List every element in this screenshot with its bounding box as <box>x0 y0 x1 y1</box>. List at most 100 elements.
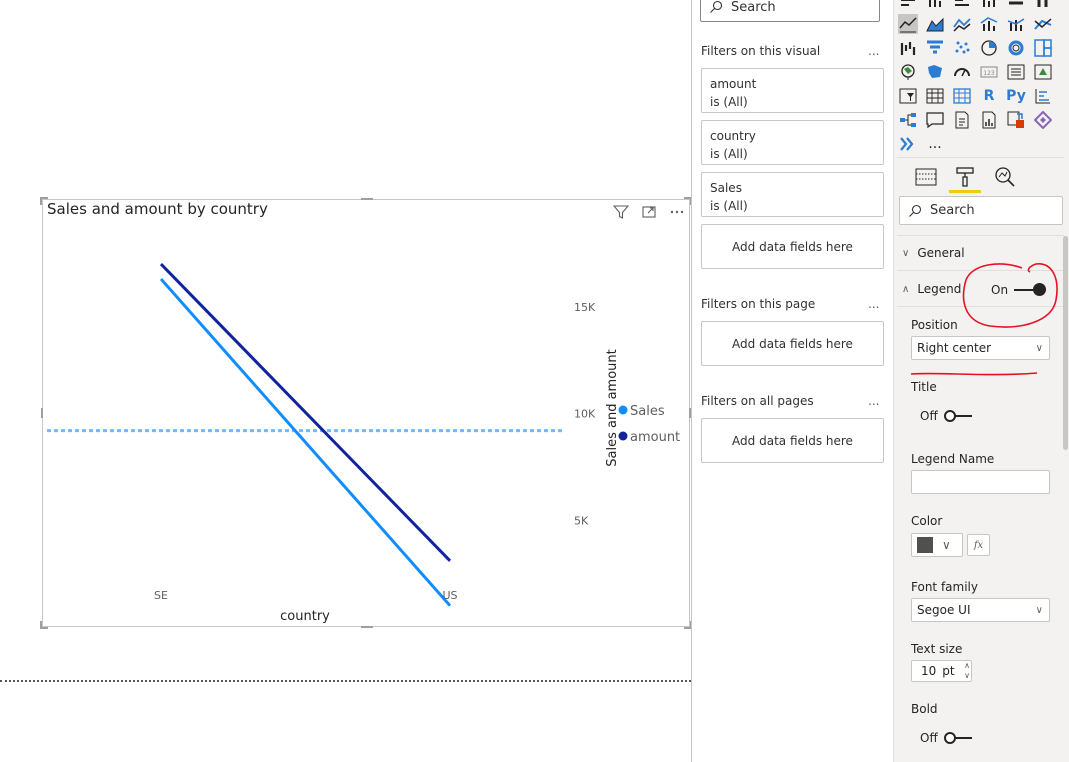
color-swatch <box>917 537 933 553</box>
x-axis-title: country <box>280 609 330 624</box>
percent-bar-icon[interactable] <box>1006 0 1026 10</box>
bold-toggle-label: Off <box>920 731 938 745</box>
add-data-fields-all-pages[interactable]: Add data fields here <box>701 418 884 463</box>
legend-name-input[interactable] <box>911 470 1050 494</box>
more-options-icon[interactable]: ... <box>868 394 879 408</box>
active-tab-indicator <box>949 190 981 193</box>
legend-name-label: Legend Name <box>911 452 995 466</box>
ribbon-chart-icon[interactable] <box>1033 14 1053 34</box>
map-icon[interactable] <box>898 62 918 82</box>
conditional-format-button[interactable]: fx <box>967 534 990 556</box>
powerbi-window: Sales and amount by country SE US countr… <box>0 0 1069 762</box>
multi-row-card-icon[interactable] <box>1006 62 1026 82</box>
clustered-bar-icon[interactable] <box>952 0 972 10</box>
legend-toggle[interactable]: On <box>991 283 1047 297</box>
line-stacked-column-icon[interactable] <box>1006 14 1026 34</box>
pie-chart-icon[interactable] <box>979 38 999 58</box>
general-card-title: General <box>917 246 965 260</box>
search-icon <box>909 204 922 217</box>
table-icon[interactable] <box>925 86 945 106</box>
legend-label-amount[interactable]: amount <box>630 430 680 445</box>
series-line-amount[interactable] <box>159 263 452 562</box>
resize-handle[interactable] <box>40 621 42 629</box>
more-options-icon[interactable]: ... <box>868 44 879 58</box>
legend-card-header[interactable]: ∧ Legend <box>902 282 961 296</box>
area-chart-icon[interactable] <box>925 14 945 34</box>
filter-card-country[interactable]: country is (All) <box>701 120 884 165</box>
analytics-magnifier-icon <box>995 167 1015 187</box>
filter-card-sales[interactable]: Sales is (All) <box>701 172 884 217</box>
funnel-icon[interactable] <box>925 38 945 58</box>
line-chart-icon[interactable] <box>898 14 918 34</box>
card-icon[interactable]: 123 <box>979 62 999 82</box>
font-family-label: Font family <box>911 580 978 594</box>
qa-visual-icon[interactable] <box>925 110 945 130</box>
series-line-sales[interactable] <box>159 278 452 607</box>
chevron-up-icon[interactable]: ∧ <box>964 661 970 671</box>
format-search-input[interactable]: Search <box>899 196 1063 225</box>
tab-fields[interactable] <box>912 163 940 191</box>
report-canvas[interactable]: Sales and amount by country SE US countr… <box>0 0 692 762</box>
chevron-down-icon[interactable]: ∨ <box>964 671 970 681</box>
add-data-fields-page[interactable]: Add data fields here <box>701 321 884 366</box>
paginated-report-icon[interactable] <box>979 110 999 130</box>
filter-field-value: is (All) <box>710 147 748 161</box>
search-icon <box>710 0 723 13</box>
y-tick-label: 10K <box>574 408 596 421</box>
text-size-stepper[interactable]: 10 pt ∧ ∨ <box>911 660 972 682</box>
y-tick-label: 15K <box>574 301 596 314</box>
stacked-area-icon[interactable] <box>952 14 972 34</box>
add-data-fields-visual[interactable]: Add data fields here <box>701 224 884 269</box>
bold-toggle[interactable]: Off <box>920 731 976 745</box>
chevron-up-icon: ∧ <box>902 283 910 295</box>
donut-chart-icon[interactable] <box>1006 38 1026 58</box>
toggle-switch-off <box>943 410 976 422</box>
line-clustered-column-icon[interactable] <box>979 14 999 34</box>
line-chart-visual[interactable]: Sales and amount by country SE US countr… <box>40 197 692 629</box>
gauge-icon[interactable] <box>952 62 972 82</box>
font-family-dropdown[interactable]: Segoe UI ∨ <box>911 598 1050 622</box>
filters-on-visual-header: Filters on this visual <box>701 44 821 58</box>
scatter-chart-icon[interactable] <box>952 38 972 58</box>
clustered-column-icon[interactable] <box>979 0 999 10</box>
more-options-icon[interactable]: ... <box>868 297 879 311</box>
filter-field-name: Sales <box>710 181 742 195</box>
toggle-switch-on <box>1014 283 1047 296</box>
position-dropdown[interactable]: Right center ∨ <box>911 336 1050 360</box>
general-card-header[interactable]: ∨ General <box>902 246 965 260</box>
filter-card-amount[interactable]: amount is (All) <box>701 68 884 113</box>
stacked-bar-icon[interactable] <box>898 0 918 10</box>
title-toggle[interactable]: Off <box>920 409 976 423</box>
divider <box>897 235 1064 236</box>
waterfall-chart-icon[interactable] <box>898 38 918 58</box>
python-visual-icon[interactable]: Py <box>1006 86 1026 106</box>
legend-card-title: Legend <box>917 282 962 296</box>
color-label: Color <box>911 514 943 528</box>
kpi-icon[interactable] <box>1033 62 1053 82</box>
tab-analytics[interactable] <box>991 163 1019 191</box>
pane-scrollbar[interactable] <box>1063 236 1068 450</box>
slicer-icon[interactable] <box>898 86 918 106</box>
x-tick-label: SE <box>154 589 168 602</box>
percent-column-icon[interactable] <box>1033 0 1053 10</box>
power-automate-icon[interactable] <box>1033 110 1053 130</box>
filled-map-icon[interactable] <box>925 62 945 82</box>
resize-handle[interactable] <box>40 197 42 205</box>
key-influencers-icon[interactable] <box>1033 86 1053 106</box>
tab-format[interactable] <box>949 163 981 193</box>
more-visuals-icon[interactable]: ... <box>925 134 945 154</box>
treemap-icon[interactable] <box>1033 38 1053 58</box>
power-apps-icon[interactable] <box>1006 110 1026 130</box>
decomposition-tree-icon[interactable] <box>898 110 918 130</box>
r-visual-icon[interactable]: R <box>979 86 999 106</box>
visualizations-pane: 123 R Py ... Search ∨ General ∧ Legend O… <box>893 0 1069 762</box>
stacked-column-icon[interactable] <box>925 0 945 10</box>
y-axis-title: Sales and amount <box>605 349 620 466</box>
filters-search-input[interactable]: Search <box>700 0 880 22</box>
color-picker[interactable]: ∨ <box>911 533 963 557</box>
legend-label-sales[interactable]: Sales <box>630 404 665 419</box>
smart-narrative-icon[interactable] <box>952 110 972 130</box>
power-automate-flow-icon[interactable] <box>898 134 918 154</box>
stepper-arrows[interactable]: ∧ ∨ <box>964 661 970 681</box>
matrix-icon[interactable] <box>952 86 972 106</box>
